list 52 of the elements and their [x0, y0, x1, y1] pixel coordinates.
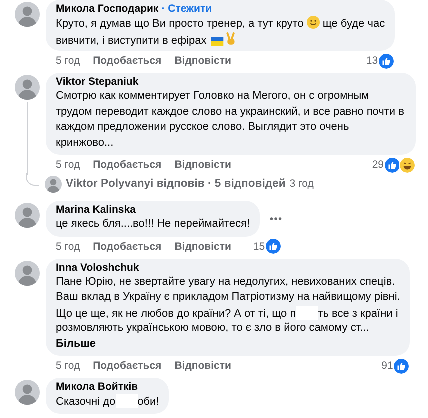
avatar-icon[interactable]: [14, 260, 40, 286]
like-link[interactable]: Подобається: [93, 240, 162, 252]
reaction-count[interactable]: 91: [382, 360, 394, 372]
comment-text: вивчити, і виступити в ефірах: [56, 34, 207, 46]
reply-time: 3 год: [290, 178, 314, 190]
comment-text: Пане Юрію, не звертайте увагу на недолугих, невихованих спеців.: [56, 276, 396, 288]
comment-text: розмовляють українською мовою, то є зло в його самому ст...: [56, 322, 370, 334]
author-name[interactable]: Viktor Stepaniuk: [56, 76, 139, 89]
reply-link[interactable]: Відповісти: [174, 360, 232, 372]
avatar-icon[interactable]: [14, 203, 40, 228]
laughing-reaction-icon[interactable]: [399, 156, 416, 174]
comment-text: Сказочні до: [56, 396, 116, 408]
comment-text: Смотрю как комментирует Головко на Мегого, он с огромным трудом переводит каждое слово на украинский, и все равно почти в каждом предложении русское слово. Выглядит это очень кринжово...: [56, 90, 404, 148]
victory-hand-icon: [226, 32, 236, 46]
author-name[interactable]: Микола Войтків: [56, 381, 138, 394]
reply-link[interactable]: Відповісти: [174, 240, 232, 252]
comment-time[interactable]: 5 год: [56, 159, 80, 171]
comment-text: ще буде час: [322, 18, 386, 30]
more-options-icon[interactable]: [270, 216, 282, 221]
avatar-icon[interactable]: [14, 2, 40, 27]
follow-link[interactable]: · Стежити: [162, 3, 212, 16]
reply-link[interactable]: Відповісти: [174, 55, 232, 67]
avatar-icon[interactable]: [14, 75, 40, 100]
avatar-icon[interactable]: [14, 380, 40, 405]
like-reaction-icon[interactable]: [393, 358, 410, 374]
reaction-count[interactable]: 13: [366, 55, 378, 67]
like-link[interactable]: Подобається: [93, 360, 162, 372]
see-more-link[interactable]: Більше: [56, 336, 96, 352]
like-reaction-icon[interactable]: [265, 238, 282, 255]
author-name[interactable]: Marina Kalinska: [56, 204, 136, 217]
flag-icon: [210, 36, 224, 46]
comment-text: це якесь бля....во!!! Не переймайтеся!: [56, 218, 250, 230]
comment-text: Що це ще, як не любов до країни? А от ті, що п: [56, 308, 296, 320]
smiley-icon: [306, 16, 320, 29]
comment-text: ть все з країни і: [318, 308, 398, 320]
like-reaction-icon[interactable]: [378, 52, 396, 70]
view-replies-link[interactable]: Viktor Polyvanyi відповів · 5 відповідей: [66, 178, 286, 190]
author-name[interactable]: Inna Voloshchuk: [56, 262, 140, 274]
comment-text: Круто, я думав що Ви просто тренер, а тут круто: [56, 18, 304, 30]
avatar-icon[interactable]: [45, 176, 62, 192]
comment-text: оби!: [138, 396, 160, 408]
like-reaction-icon[interactable]: [384, 156, 401, 174]
author-name[interactable]: Микола Господарик: [56, 3, 159, 16]
reply-link[interactable]: Відповісти: [174, 159, 232, 171]
like-link[interactable]: Подобається: [93, 159, 162, 171]
reaction-count[interactable]: 29: [372, 159, 384, 171]
comment-time[interactable]: 5 год: [56, 360, 80, 372]
comment-time[interactable]: 5 год: [56, 240, 80, 252]
like-link[interactable]: Подобається: [93, 55, 162, 67]
comment-text: Ваш вклад в Україну є прикладом Патріотизму на найвищому рівні.: [56, 291, 400, 303]
comment-time[interactable]: 5 год: [56, 55, 80, 67]
reaction-count[interactable]: 15: [253, 240, 266, 252]
